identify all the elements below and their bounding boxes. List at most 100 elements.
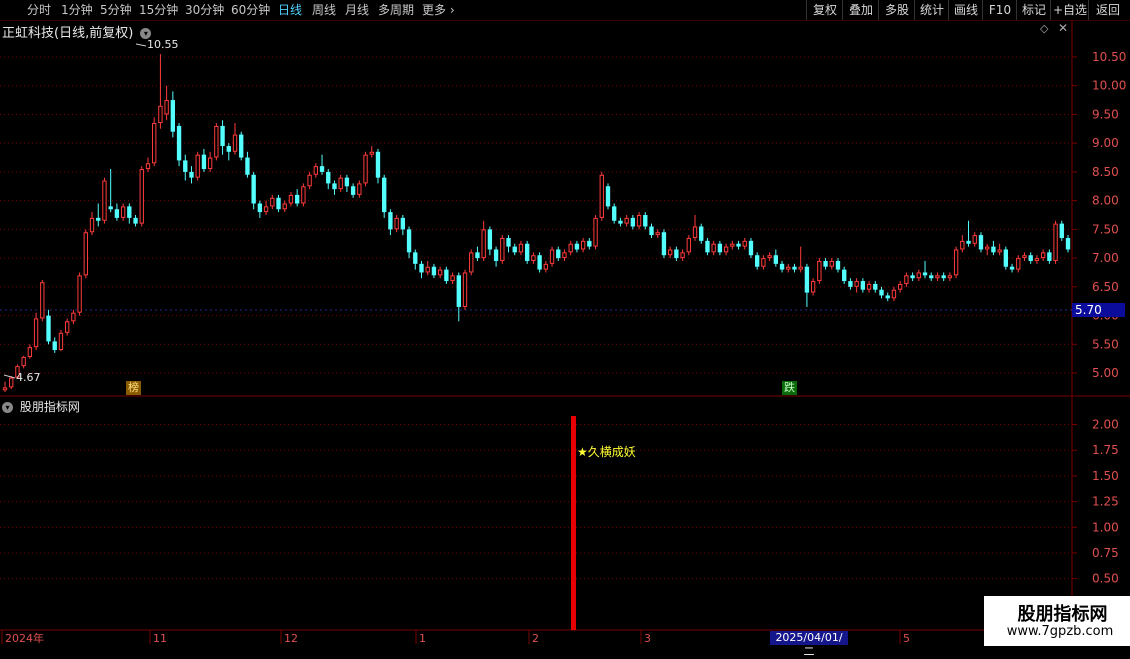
candle-body bbox=[294, 194, 300, 204]
candle bbox=[879, 286, 884, 299]
candle bbox=[1009, 263, 1015, 273]
candle-body bbox=[661, 232, 667, 256]
candle bbox=[798, 246, 803, 273]
candle bbox=[655, 229, 660, 238]
candle bbox=[1065, 235, 1071, 253]
candle bbox=[779, 260, 785, 273]
candle bbox=[960, 235, 965, 253]
candle bbox=[873, 281, 878, 293]
candle bbox=[860, 278, 866, 293]
candle-body bbox=[674, 249, 679, 259]
candle-body bbox=[717, 243, 723, 253]
candle-body bbox=[636, 215, 642, 227]
candle-body bbox=[1003, 249, 1009, 267]
candle-body bbox=[27, 347, 33, 357]
candle-body bbox=[431, 266, 437, 276]
candle-body bbox=[624, 217, 629, 224]
candle bbox=[947, 272, 953, 282]
indicator-y-tick-label: 0.75 bbox=[1092, 546, 1119, 560]
candle-body bbox=[363, 154, 368, 184]
candle bbox=[164, 85, 169, 121]
candle-body bbox=[64, 321, 70, 333]
candle-body bbox=[127, 206, 132, 218]
candle bbox=[711, 240, 716, 256]
candle bbox=[966, 220, 971, 247]
candle bbox=[624, 215, 629, 227]
candle-body bbox=[338, 177, 343, 190]
candle-body bbox=[52, 341, 57, 351]
candle bbox=[350, 183, 356, 198]
candle-body bbox=[375, 151, 381, 178]
close-icon[interactable]: ✕ bbox=[1058, 21, 1068, 35]
candle bbox=[108, 169, 113, 213]
candle-body bbox=[655, 232, 660, 236]
candle-body bbox=[120, 206, 126, 218]
candle bbox=[145, 157, 151, 172]
candle bbox=[605, 183, 611, 210]
candle-body bbox=[245, 157, 250, 175]
candle-body bbox=[810, 281, 816, 293]
candle bbox=[953, 246, 959, 279]
candle bbox=[96, 203, 101, 227]
chevron-down-icon[interactable]: ▾ bbox=[2, 402, 13, 413]
x-axis-label: 3 bbox=[644, 632, 651, 645]
candle bbox=[344, 174, 350, 193]
candle-body bbox=[102, 180, 107, 221]
candle-body bbox=[313, 166, 318, 175]
candle-body bbox=[413, 252, 418, 264]
candle bbox=[493, 246, 499, 267]
candle bbox=[176, 123, 182, 167]
candle-body bbox=[276, 197, 281, 210]
candle-body bbox=[711, 243, 716, 253]
x-axis-label: 1 bbox=[419, 632, 426, 645]
candle bbox=[866, 281, 872, 293]
candle bbox=[127, 203, 132, 224]
candle bbox=[636, 212, 642, 230]
candle bbox=[761, 255, 766, 270]
candle-body bbox=[96, 217, 101, 221]
candle bbox=[910, 272, 915, 282]
candle-body bbox=[705, 240, 710, 253]
candle-body bbox=[481, 229, 486, 259]
main-y-tick-label: 10.50 bbox=[1092, 50, 1126, 64]
candle bbox=[183, 154, 188, 181]
candle-body bbox=[549, 249, 555, 264]
candle bbox=[786, 263, 791, 273]
candle bbox=[382, 174, 387, 218]
candle-body bbox=[500, 237, 505, 261]
candle bbox=[1022, 252, 1027, 261]
grid-layer bbox=[0, 20, 1130, 631]
marker-bang[interactable]: 榜 bbox=[126, 381, 141, 395]
candle-body bbox=[767, 255, 772, 259]
candle bbox=[649, 223, 654, 238]
candle-body bbox=[543, 263, 549, 270]
candle-body bbox=[207, 157, 213, 170]
candle-body bbox=[1034, 258, 1040, 261]
diamond-icon[interactable]: ◇ bbox=[1040, 22, 1048, 35]
candle bbox=[40, 279, 45, 322]
candle bbox=[817, 258, 822, 284]
candle-body bbox=[866, 283, 872, 290]
candle bbox=[369, 146, 374, 158]
candle bbox=[307, 171, 312, 190]
candle bbox=[469, 249, 474, 276]
candle bbox=[152, 117, 157, 167]
indicator-y-tick-label: 1.75 bbox=[1092, 443, 1119, 457]
candle-body bbox=[1009, 266, 1015, 270]
candle bbox=[500, 235, 505, 264]
candle bbox=[475, 246, 480, 261]
candle bbox=[326, 169, 331, 190]
candle bbox=[120, 203, 126, 221]
candle bbox=[431, 263, 437, 279]
candle-body bbox=[183, 160, 188, 172]
candle bbox=[991, 240, 996, 256]
indicator-y-tick-label: 1.25 bbox=[1092, 495, 1119, 509]
candle-body bbox=[462, 272, 468, 307]
candle bbox=[599, 171, 604, 221]
candle-body bbox=[904, 275, 909, 284]
marker-die[interactable]: 跌 bbox=[782, 381, 797, 395]
candle bbox=[612, 203, 617, 224]
candle bbox=[64, 318, 70, 336]
signal-label: ★久横成妖 bbox=[577, 445, 636, 459]
candle-body bbox=[854, 281, 859, 287]
